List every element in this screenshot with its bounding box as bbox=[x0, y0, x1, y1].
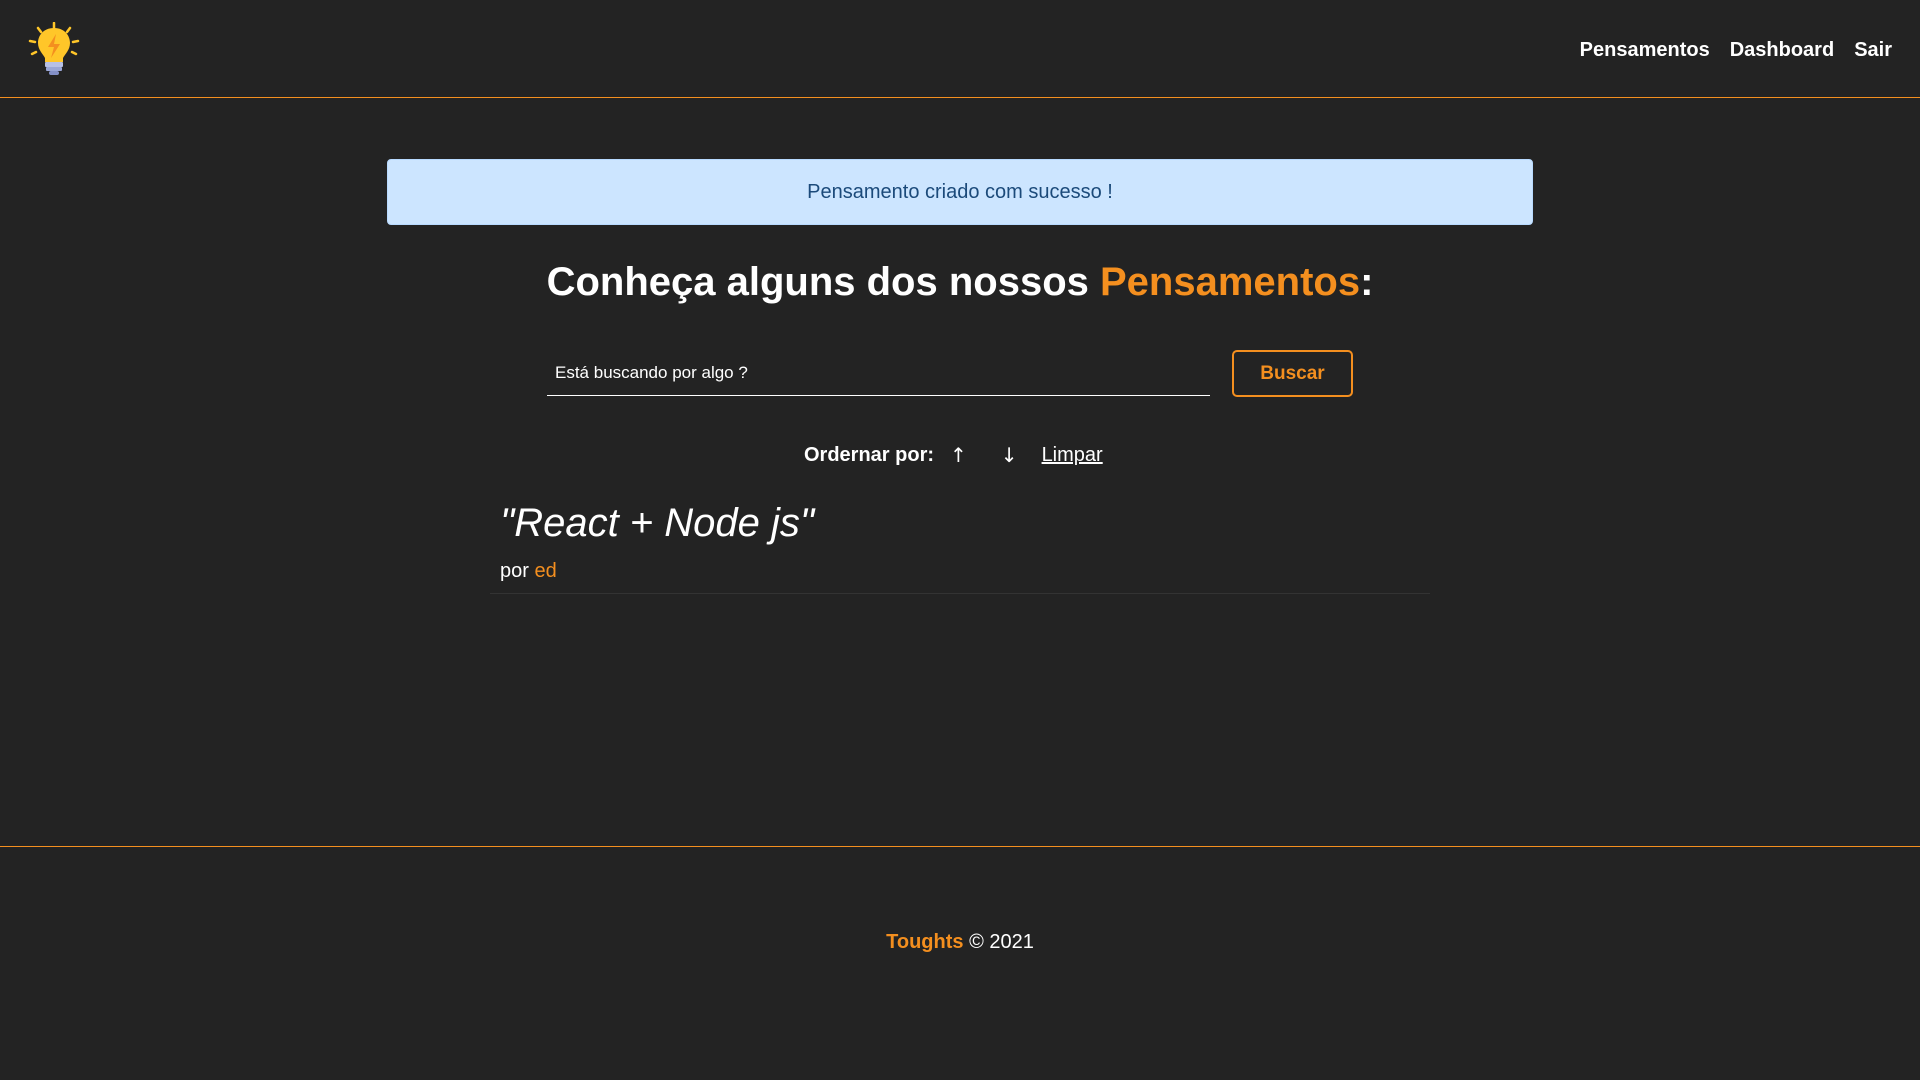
order-label: Ordernar por: bbox=[804, 443, 935, 466]
navbar: Pensamentos Dashboard Sair bbox=[0, 0, 1920, 98]
page-title: Conheça alguns dos nossos Pensamentos: bbox=[0, 260, 1920, 305]
thought-card: "React + Node js" por ed bbox=[490, 490, 1430, 594]
thought-author-name: ed bbox=[534, 560, 557, 582]
order-desc-arrow-icon[interactable]: ↓ bbox=[1001, 443, 1018, 467]
search-form: Buscar bbox=[547, 350, 1353, 398]
order-asc-arrow-icon[interactable]: ↑ bbox=[950, 443, 967, 467]
thoughts-list: "React + Node js" por ed bbox=[490, 490, 1430, 594]
page-title-suffix: : bbox=[1360, 260, 1374, 304]
lightbulb-icon[interactable] bbox=[28, 21, 80, 76]
order-bar: Ordernar por: ↑ ↓ Limpar bbox=[804, 440, 1103, 470]
thought-author: por ed bbox=[500, 560, 1420, 583]
nav-link-sair[interactable]: Sair bbox=[1854, 39, 1892, 62]
thought-title: "React + Node js" bbox=[500, 501, 815, 545]
footer-text: Toughts © 2021 bbox=[0, 931, 1920, 954]
footer-brand: Toughts bbox=[886, 931, 964, 953]
nav-link-pensamentos[interactable]: Pensamentos bbox=[1580, 39, 1710, 62]
footer-copyright: © 2021 bbox=[963, 931, 1034, 953]
nav-link-dashboard[interactable]: Dashboard bbox=[1730, 39, 1834, 62]
clear-order-link[interactable]: Limpar bbox=[1042, 444, 1103, 467]
flash-message: Pensamento criado com sucesso ! bbox=[387, 159, 1533, 225]
thought-author-prefix: por bbox=[500, 560, 535, 582]
nav-links: Pensamentos Dashboard Sair bbox=[1580, 39, 1892, 62]
flash-message-text: Pensamento criado com sucesso ! bbox=[807, 180, 1113, 203]
page-title-prefix: Conheça alguns dos nossos bbox=[546, 260, 1100, 304]
page-title-highlight: Pensamentos bbox=[1100, 260, 1361, 304]
search-input[interactable] bbox=[547, 350, 1210, 396]
search-button[interactable]: Buscar bbox=[1232, 350, 1353, 397]
footer: Toughts © 2021 bbox=[0, 846, 1920, 1080]
